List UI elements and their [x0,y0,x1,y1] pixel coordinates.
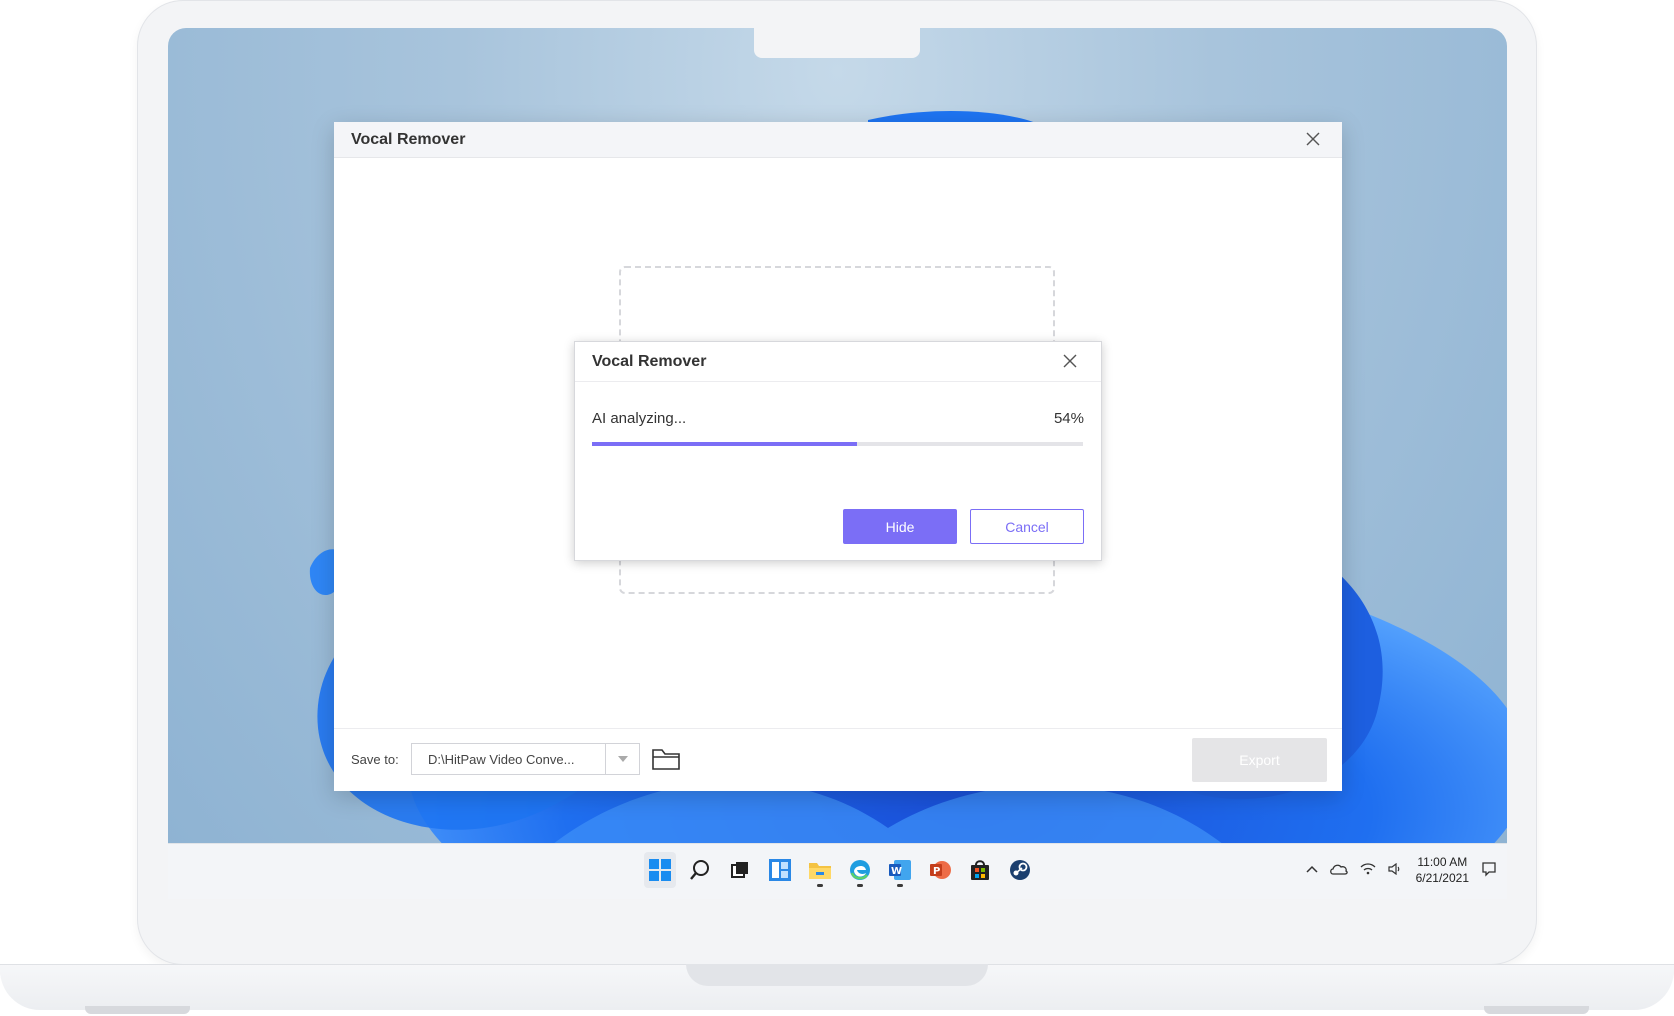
status-text: AI analyzing... [592,410,687,427]
windows-start-icon[interactable] [644,852,676,888]
powerpoint-icon[interactable]: P [924,852,956,888]
clock-time: 11:00 AM [1417,855,1468,869]
bottom-bar: Save to: D:\HitPaw Video Conve... Export [334,728,1342,791]
save-path-select[interactable]: D:\HitPaw Video Conve... [411,743,640,775]
progress-track [592,442,1083,446]
notification-icon[interactable] [1481,861,1497,880]
laptop-base-notch [686,964,988,986]
steam-icon[interactable] [1004,852,1036,888]
folder-icon[interactable] [652,748,680,775]
hide-button[interactable]: Hide [843,509,957,544]
store-icon[interactable] [964,852,996,888]
save-path-value: D:\HitPaw Video Conve... [428,751,575,767]
svg-text:P: P [933,866,940,877]
window-close-icon[interactable] [1305,131,1321,152]
camera-notch [754,28,920,58]
progress-dialog: Vocal Remover AI analyzing... 54% Hide C… [574,341,1102,561]
chevron-up-icon[interactable] [1306,863,1318,877]
edge-icon[interactable] [844,852,876,888]
task-view-icon[interactable] [724,852,756,888]
dialog-title: Vocal Remover [575,342,1101,382]
dialog-close-icon[interactable] [1062,353,1078,374]
status-row: AI analyzing... 54% [592,410,1084,427]
cancel-button[interactable]: Cancel [970,509,1084,544]
file-explorer-icon[interactable] [804,852,836,888]
wifi-icon[interactable] [1360,862,1376,878]
progress-fill [592,442,858,446]
laptop-foot-left [85,1006,190,1014]
window-title: Vocal Remover [334,122,1342,158]
system-tray: 11:00 AM 6/21/2021 [1306,854,1497,886]
volume-icon[interactable] [1388,862,1404,878]
svg-text:W: W [891,866,902,877]
word-icon[interactable]: W [884,852,916,888]
progress-percent: 54% [1053,410,1084,427]
export-button[interactable]: Export [1192,738,1327,782]
clock-date: 6/21/2021 [1415,871,1469,885]
search-icon[interactable] [684,852,716,888]
save-to-label: Save to: [351,752,399,767]
widgets-icon[interactable] [764,852,796,888]
chevron-down-icon[interactable] [605,744,639,774]
laptop-foot-right [1484,1006,1589,1014]
taskbar: W P 11:00 AM 6/21/2021 [168,843,1507,899]
taskbar-icons: W P [644,852,1036,888]
onedrive-icon[interactable] [1329,863,1348,878]
taskbar-clock[interactable]: 11:00 AM 6/21/2021 [1416,854,1469,886]
